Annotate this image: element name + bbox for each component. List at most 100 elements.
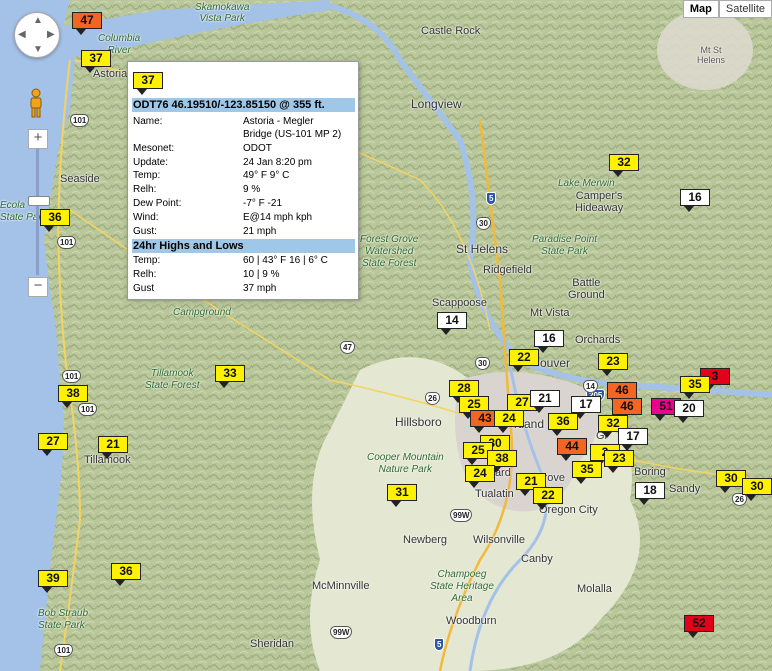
place-battle-ground: Battle Ground [568,277,605,301]
station-marker[interactable]: 31 [387,484,417,507]
place-seaside: Seaside [60,173,100,185]
place-st-helens: St Helens [456,242,509,256]
place-wilsonville: Wilsonville [473,534,525,546]
map-type-satellite-button[interactable]: Satellite [718,0,772,18]
station-marker[interactable]: 14 [437,312,467,335]
place-castle-rock: Castle Rock [421,25,481,37]
popup-wind-label: Wind: [133,212,159,223]
popup-update-label: Update: [133,157,169,168]
pan-right-icon[interactable]: ▶ [47,29,55,40]
station-marker[interactable]: 36 [111,563,141,586]
pan-up-icon[interactable]: ▲ [33,15,43,26]
station-marker[interactable]: 30 [742,478,772,501]
place-cooper-mountain: Cooper Mountain Nature Park [367,452,444,475]
popup-mesonet-label: Mesonet: [133,143,175,154]
popup-section-highs-lows: 24hr Highs and Lows [132,239,355,253]
pan-left-icon[interactable]: ◀ [18,29,26,40]
station-marker[interactable]: 36 [548,413,578,436]
station-marker[interactable]: 16 [680,189,710,212]
popup-gust2-label: Gust [133,283,155,294]
station-marker[interactable]: 22 [509,349,539,372]
station-marker[interactable]: 16 [534,330,564,353]
popup-mesonet-value: ODOT [243,143,272,154]
popup-title: ODT76 46.19510/-123.85150 @ 355 ft. [132,98,355,112]
pan-control[interactable]: ▲ ▼ ◀ ▶ [14,12,60,58]
place-astoria: Astoria [93,68,128,80]
place-paradise-point: Paradise Point State Park [532,234,598,257]
popup-name-label: Name: [133,116,163,127]
station-marker[interactable]: 24 [465,465,495,488]
station-marker[interactable]: 24 [494,410,524,433]
route-shield-99w: 99W [330,626,353,639]
place-canby: Canby [521,553,553,565]
popup-temp2-value: 60 | 43° F 16 | 6° C [243,255,328,266]
street-view-pegman-icon[interactable] [27,88,45,118]
place-tualatin: Tualatin [475,488,514,500]
station-marker[interactable]: 17 [618,428,648,451]
station-marker[interactable]: 23 [598,353,628,376]
place-tillamook-state-forest: Tillamook State Forest [145,368,200,391]
station-marker[interactable]: 38 [58,385,88,408]
pan-down-icon[interactable]: ▼ [33,44,43,55]
popup-dew-label: Dew Point: [133,198,182,209]
station-marker[interactable]: 21 [98,436,128,459]
place-campers-hideaway: Camper's Hideaway [575,190,624,214]
place-champoeg: Champoeg State Heritage Area [430,569,494,604]
station-marker[interactable]: 46 [612,398,642,421]
station-marker[interactable]: 27 [38,433,68,456]
place-lake-merwin: Lake Merwin [558,178,615,189]
station-marker[interactable]: 21 [530,390,560,413]
place-orchards: Orchards [575,334,621,346]
place-forest-grove: Forest Grove Watershed State Forest [360,234,419,269]
station-marker[interactable]: 28 [449,380,479,403]
place-vancouver: ouver [540,356,571,370]
station-marker[interactable]: 36 [40,209,70,232]
place-hillsboro: Hillsboro [395,415,442,429]
popup-temp2-label: Temp: [133,255,161,266]
map-type-control: Map Satellite [682,0,772,18]
place-campground: Campground [173,307,231,318]
station-marker[interactable]: 47 [72,12,102,35]
station-marker[interactable]: 22 [533,487,563,510]
place-sandy: Sandy [669,483,701,495]
popup-name-line2: Bridge (US-101 MP 2) [243,129,342,140]
place-scappoose: Scappoose [432,297,488,309]
station-marker[interactable]: 44 [557,438,587,461]
popup-temp-label: Temp: [133,170,161,181]
station-info-popup: 37 ODT76 46.19510/-123.85150 @ 355 ft. N… [127,61,359,300]
place-newberg: Newberg [403,534,448,546]
place-skamokawa: Skamokawa Vista Park [195,2,250,24]
interstate-shield-5: 5 [486,192,497,205]
station-marker[interactable]: 39 [38,570,68,593]
zoom-slider-track[interactable] [36,149,39,275]
map-view[interactable]: Skamokawa Vista Park Columbia River Astori… [0,0,772,671]
popup-gust2-value: 37 mph [243,283,277,294]
popup-station-marker: 37 [133,72,163,95]
popup-name-line1: Astoria - Megler [243,116,314,127]
place-ridgefield: Ridgefield [483,264,532,276]
place-longview: Longview [411,97,462,111]
place-mcminnville: McMinnville [312,580,370,592]
place-molalla: Molalla [577,583,612,595]
station-marker[interactable]: 17 [571,396,601,419]
station-marker[interactable]: 52 [684,615,714,638]
station-marker[interactable]: 46 [607,382,637,405]
station-marker[interactable]: 20 [674,400,704,423]
place-mt-st-helens: Mt St Helens [697,45,726,65]
station-marker[interactable]: 18 [635,482,665,505]
station-marker[interactable]: 33 [215,365,245,388]
station-marker[interactable]: 35 [572,461,602,484]
map-type-map-button[interactable]: Map [682,0,719,18]
station-marker[interactable]: 35 [680,376,710,399]
place-boring: Boring [634,466,666,478]
station-marker[interactable]: 37 [81,50,111,73]
station-marker[interactable]: 23 [604,450,634,473]
station-marker[interactable]: 32 [609,154,639,177]
popup-relh-value: 9 % [243,184,261,195]
zoom-out-button[interactable]: − [28,277,48,297]
zoom-slider-handle[interactable] [28,196,50,206]
popup-relh-label: Relh: [133,184,157,195]
popup-relh2-value: 10 | 9 % [243,269,280,280]
zoom-in-button[interactable]: + [28,129,48,149]
popup-temp-value: 49° F 9° C [243,170,290,181]
